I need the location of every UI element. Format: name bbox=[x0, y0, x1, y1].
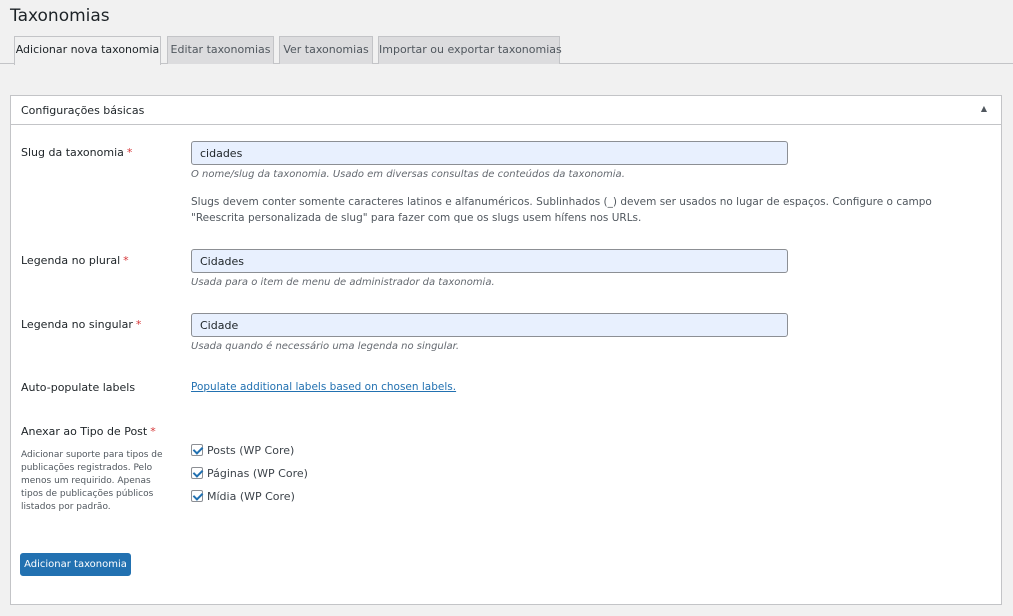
slug-input[interactable] bbox=[191, 141, 788, 165]
post-types-help: Adicionar suporte para tipos de publicaç… bbox=[21, 450, 163, 512]
tab-view-taxonomies[interactable]: Ver taxonomias bbox=[279, 36, 373, 64]
tab-edit-taxonomies[interactable]: Editar taxonomias bbox=[167, 36, 274, 64]
post-types-label: Anexar ao Tipo de Post * bbox=[21, 425, 156, 438]
tab-add-taxonomy[interactable]: Adicionar nova taxonomia bbox=[14, 36, 161, 65]
slug-description: O nome/slug da taxonomia. Usado em diver… bbox=[191, 169, 625, 180]
plural-description: Usada para o item de menu de administrad… bbox=[191, 277, 495, 288]
pages-checkbox-label: Páginas (WP Core) bbox=[207, 466, 308, 480]
checkbox-row-pages[interactable]: Páginas (WP Core) bbox=[191, 465, 308, 481]
checkbox-row-media[interactable]: Mídia (WP Core) bbox=[191, 488, 295, 504]
panel-title: Configurações básicas bbox=[21, 104, 145, 117]
posts-checkbox-label: Posts (WP Core) bbox=[207, 443, 295, 457]
tab-bar: Adicionar nova taxonomia Editar taxonomi… bbox=[0, 36, 1013, 65]
media-checkbox[interactable] bbox=[191, 490, 203, 502]
panel-header[interactable]: Configurações básicas ▲ bbox=[11, 96, 1001, 125]
slug-label-text: Slug da taxonomia bbox=[21, 146, 124, 159]
posts-checkbox[interactable] bbox=[191, 444, 203, 456]
populate-labels-link[interactable]: Populate additional labels based on chos… bbox=[191, 381, 456, 393]
singular-label-text: Legenda no singular bbox=[21, 318, 133, 331]
pages-checkbox[interactable] bbox=[191, 467, 203, 479]
plural-label: Legenda no plural * bbox=[21, 254, 129, 267]
checkbox-row-posts[interactable]: Posts (WP Core) bbox=[191, 442, 294, 458]
collapse-toggle-icon[interactable]: ▲ bbox=[981, 104, 987, 113]
plural-input[interactable] bbox=[191, 249, 788, 273]
required-marker: * bbox=[126, 146, 133, 159]
singular-label: Legenda no singular * bbox=[21, 318, 141, 331]
slug-label: Slug da taxonomia * bbox=[21, 146, 132, 159]
slug-note: Slugs devem conter somente caracteres la… bbox=[191, 196, 932, 224]
post-types-label-text: Anexar ao Tipo de Post bbox=[21, 425, 148, 438]
required-marker: * bbox=[135, 318, 142, 331]
singular-input[interactable] bbox=[191, 313, 788, 337]
required-marker: * bbox=[150, 425, 156, 438]
basic-settings-panel: Configurações básicas ▲ Slug da taxonomi… bbox=[10, 95, 1002, 605]
singular-description: Usada quando é necessário uma legenda no… bbox=[191, 341, 460, 352]
add-taxonomy-button[interactable]: Adicionar taxonomia bbox=[20, 553, 131, 576]
page-title: Taxonomias bbox=[10, 6, 110, 26]
auto-populate-label: Auto-populate labels bbox=[21, 381, 136, 394]
plural-label-text: Legenda no plural bbox=[21, 254, 121, 267]
media-checkbox-label: Mídia (WP Core) bbox=[207, 489, 295, 503]
required-marker: * bbox=[123, 254, 129, 267]
tab-import-export[interactable]: Importar ou exportar taxonomias bbox=[378, 36, 562, 64]
